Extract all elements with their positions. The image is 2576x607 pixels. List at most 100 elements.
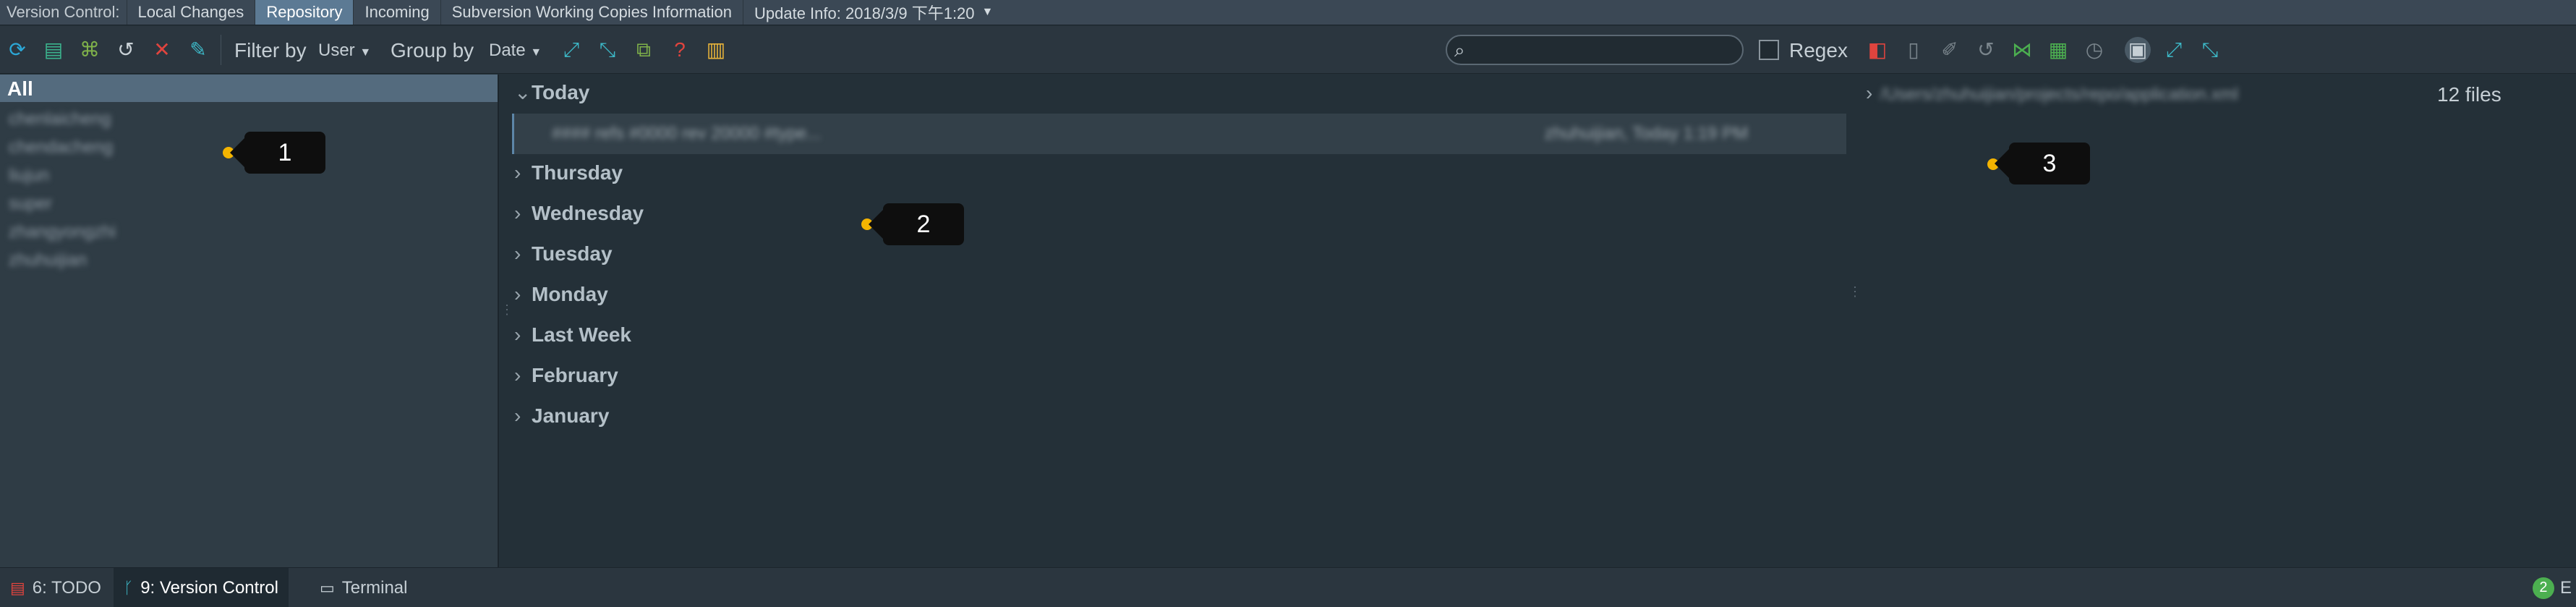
terminal-icon: ▭: [320, 578, 335, 597]
expand-all-icon[interactable]: ⤢: [558, 37, 584, 63]
branch-icon: ᚴ: [124, 578, 134, 597]
history-icon[interactable]: ↺: [113, 37, 139, 63]
terminal-tab[interactable]: ▭ Terminal: [310, 568, 418, 607]
folder-icon[interactable]: ▣: [2125, 37, 2151, 63]
chevron-right-icon: ›: [514, 242, 521, 265]
group-label: February: [532, 364, 618, 386]
user-all-label: All: [7, 77, 33, 100]
filter-user-dropdown[interactable]: User ▼: [318, 41, 371, 61]
group-monday[interactable]: › Monday: [514, 283, 608, 306]
callout-number: 1: [278, 138, 292, 166]
refresh-icon[interactable]: ⟳: [4, 37, 30, 63]
collapse-all-icon[interactable]: ⤡: [594, 37, 620, 63]
commit-row[interactable]: #### refs #0000 rev 20000 #type... zhuhu…: [512, 114, 1846, 154]
callout-marker: 2: [869, 203, 964, 245]
revert-icon[interactable]: ↺: [1973, 37, 1999, 63]
group-date-dropdown[interactable]: Date ▼: [489, 41, 542, 61]
commit-message: #### refs #0000 rev 20000 #type...: [552, 124, 822, 143]
user-all-item[interactable]: All: [0, 75, 498, 102]
tab-update-info[interactable]: Update Info: 2018/3/9 下午1:20 ▼: [742, 0, 1004, 25]
merge-icon[interactable]: ⋈: [2009, 37, 2035, 63]
callout-marker: 1: [230, 132, 325, 174]
commit-log-panel: ⌄Today #### refs #0000 rev 20000 #type..…: [501, 75, 1848, 567]
user-list-item[interactable]: zhangyongzhi: [9, 222, 116, 242]
callout-number: 3: [2042, 149, 2057, 177]
edit-icon[interactable]: ✎: [185, 37, 211, 63]
tab-label: Local Changes: [137, 3, 244, 21]
group-january[interactable]: › January: [514, 404, 609, 428]
group-date-value: Date: [489, 41, 526, 60]
commit-author-date: zhuhuijian, Today 1:19 PM: [1545, 124, 1749, 143]
group-tuesday[interactable]: › Tuesday: [514, 242, 613, 266]
group-label: Last Week: [532, 323, 631, 346]
event-log-button[interactable]: 2 E: [2532, 568, 2572, 607]
tool-window-bar: ▤ 6: TODO ᚴ 9: Version Control ▭ Terminal 2…: [0, 567, 2576, 607]
panel-splitter-handle[interactable]: ⋮: [500, 303, 513, 325]
todo-tab[interactable]: ▤ 6: TODO: [0, 568, 111, 607]
tab-label: Repository: [266, 3, 343, 21]
tab-label: Update Info: 2018/3/9 下午1:20: [754, 4, 975, 22]
group-today[interactable]: ⌄Today: [514, 80, 589, 104]
user-list-item[interactable]: chenlaicheng: [9, 109, 111, 130]
structure-icon[interactable]: ⌘: [77, 37, 103, 63]
regex-label: Regex: [1789, 39, 1848, 61]
chevron-right-icon[interactable]: ›: [1866, 82, 1872, 105]
chevron-right-icon: ›: [514, 202, 521, 224]
filter-user-value: User: [318, 41, 355, 60]
group-label: Tuesday: [532, 242, 613, 265]
file-count: 12 files: [2437, 83, 2502, 106]
diff-icon[interactable]: ◧: [1864, 37, 1890, 63]
copy-icon[interactable]: ⧉: [631, 37, 657, 63]
chevron-down-icon: ⌄: [514, 81, 532, 103]
clock-icon[interactable]: ◷: [2081, 37, 2107, 63]
tab-local-changes[interactable]: Local Changes: [126, 0, 255, 25]
chevron-right-icon: ›: [514, 404, 521, 427]
user-list-item[interactable]: super: [9, 194, 52, 214]
toolbar: ⟳ ▤ ⌘ ↺ ✕ ✎ Filter by User ▼ Group by Da…: [0, 26, 2576, 74]
help-icon[interactable]: ?: [667, 37, 693, 63]
commit-message-icon[interactable]: ▤: [40, 37, 67, 63]
search-icon: ⌕: [1454, 39, 1465, 61]
changed-files-panel: › /Users/zhuhuijian/projects/repo/applic…: [1851, 75, 2576, 567]
chevron-right-icon: ›: [514, 283, 521, 305]
tab-incoming[interactable]: Incoming: [353, 0, 440, 25]
version-control-tab[interactable]: ᚴ 9: Version Control: [114, 568, 289, 607]
collapse-icon[interactable]: ⤡: [2197, 37, 2223, 63]
tab-working-copies[interactable]: Subversion Working Copies Information: [440, 0, 743, 25]
expand-icon[interactable]: ⤢: [2161, 37, 2187, 63]
file-icon[interactable]: ▯: [1901, 37, 1927, 63]
event-log-label: E: [2559, 577, 2572, 598]
file-path[interactable]: /Users/zhuhuijian/projects/repo/applicat…: [1880, 85, 2238, 105]
callout-marker: 3: [1995, 143, 2090, 184]
regex-checkbox[interactable]: [1759, 40, 1779, 60]
chevron-down-icon: ▼: [359, 46, 372, 59]
chevron-down-icon: ▼: [530, 46, 542, 59]
chevron-right-icon: ›: [514, 323, 521, 346]
filter-by-label: Filter by: [234, 39, 307, 61]
group-label: Today: [532, 81, 590, 103]
user-list-item[interactable]: liujun: [9, 166, 49, 186]
version-control-label: Version Control:: [7, 3, 120, 21]
search-input[interactable]: [1482, 39, 1735, 61]
chevron-down-icon: ▼: [981, 6, 994, 18]
user-list-item[interactable]: chendacheng: [9, 137, 113, 158]
tab-repository[interactable]: Repository: [255, 0, 354, 25]
close-icon[interactable]: ✕: [149, 37, 175, 63]
event-count-badge: 2: [2532, 577, 2554, 599]
settings-icon[interactable]: ▥: [703, 37, 729, 63]
brush-icon[interactable]: ✐: [1937, 37, 1963, 63]
group-thursday[interactable]: › Thursday: [514, 161, 623, 184]
group-wednesday[interactable]: › Wednesday: [514, 202, 644, 225]
todo-icon: ▤: [10, 578, 25, 597]
group-label: Monday: [532, 283, 608, 305]
tab-label: Subversion Working Copies Information: [451, 3, 732, 21]
tab-label: Incoming: [364, 3, 430, 21]
group-last-week[interactable]: › Last Week: [514, 323, 631, 347]
excel-icon[interactable]: ▦: [2045, 37, 2071, 63]
user-list-item[interactable]: zhuhuijian: [9, 250, 87, 271]
search-field[interactable]: ⌕: [1446, 35, 1744, 65]
terminal-tab-label: Terminal: [341, 577, 408, 598]
chevron-right-icon: ›: [514, 161, 521, 184]
group-label: January: [532, 404, 610, 427]
group-february[interactable]: › February: [514, 364, 618, 387]
